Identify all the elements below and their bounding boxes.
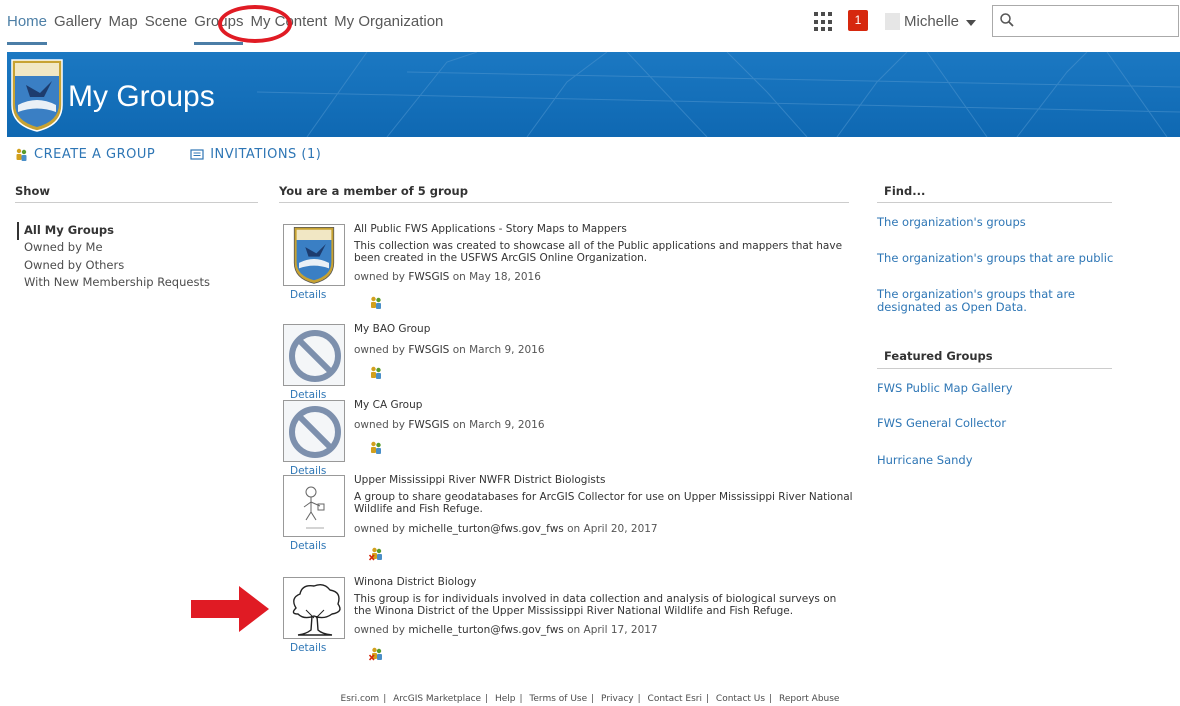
user-menu[interactable]: Michelle (904, 13, 959, 30)
featured-hurricane-sandy[interactable]: Hurricane Sandy (877, 454, 1117, 467)
footer-contact-us-link[interactable]: Contact Us (716, 694, 765, 704)
create-group-button[interactable]: CREATE A GROUP (15, 147, 155, 162)
invitations-label: INVITATIONS (1) (210, 147, 322, 162)
invitation-icon (190, 149, 204, 160)
footer-terms-link[interactable]: Terms of Use (529, 694, 587, 704)
group-members-remove-icon[interactable] (369, 647, 383, 661)
group-owner-line: owned by FWSGIS on March 9, 2016 (354, 344, 545, 356)
biologist-sketch-icon (284, 476, 344, 536)
group-owner: FWSGIS (408, 344, 450, 356)
group-members-icon[interactable] (369, 366, 383, 380)
featured-public-map-gallery[interactable]: FWS Public Map Gallery (877, 382, 1117, 395)
group-owner: FWSGIS (408, 271, 450, 283)
details-link[interactable]: Details (290, 642, 326, 654)
filter-all-my-groups[interactable]: All My Groups (24, 222, 114, 240)
footer-help-link[interactable]: Help (495, 694, 516, 704)
group-title[interactable]: My CA Group (354, 399, 422, 411)
nav-map[interactable]: Map (109, 13, 138, 30)
group-actions: CREATE A GROUP INVITATIONS (1) (15, 147, 321, 162)
group-thumbnail[interactable] (283, 475, 345, 537)
footer-marketplace-link[interactable]: ArcGIS Marketplace (393, 694, 481, 704)
filter-owned-by-others[interactable]: Owned by Others (24, 257, 210, 275)
footer-esri-link[interactable]: Esri.com (341, 694, 380, 704)
footer-report-abuse-link[interactable]: Report Abuse (779, 694, 840, 704)
search-input[interactable] (992, 5, 1179, 37)
featured-groups-header: Featured Groups (884, 349, 993, 363)
caret-down-icon[interactable] (966, 20, 976, 26)
nav-scene[interactable]: Scene (145, 13, 188, 30)
groups-divider (279, 202, 849, 203)
featured-divider (877, 368, 1112, 369)
details-link[interactable]: Details (290, 289, 326, 301)
group-owner-line: owned by michelle_turton@fws.gov_fws on … (354, 624, 658, 636)
find-divider (877, 202, 1112, 203)
avatar (885, 13, 900, 30)
group-members-icon[interactable] (369, 296, 383, 310)
group-owner: michelle_turton@fws.gov_fws (408, 523, 564, 535)
group-description: This group is for individuals involved i… (354, 593, 837, 617)
group-owner-line: owned by michelle_turton@fws.gov_fws on … (354, 523, 658, 535)
group-owner-line: owned by FWSGIS on March 9, 2016 (354, 419, 545, 431)
group-description: This collection was created to showcase … (354, 240, 843, 264)
group-item: Details All Public FWS Applications - St… (283, 223, 858, 309)
group-item: Details My BAO Group owned by FWSGIS on … (283, 323, 858, 401)
show-divider (15, 202, 258, 203)
tree-sketch-icon (284, 578, 344, 638)
app-launcher-icon[interactable] (814, 12, 834, 32)
top-navigation: Home Gallery Map Scene Groups My Content… (0, 0, 1180, 46)
group-thumbnail[interactable] (283, 324, 345, 386)
no-thumbnail-icon (284, 401, 344, 461)
footer-privacy-link[interactable]: Privacy (601, 694, 634, 704)
annotation-arrow (191, 586, 269, 632)
group-thumbnail[interactable] (283, 224, 345, 286)
group-item: Details Winona District Biology This gro… (283, 576, 858, 661)
group-title[interactable]: Winona District Biology (354, 576, 476, 588)
footer-contact-esri-link[interactable]: Contact Esri (648, 694, 702, 704)
org-groups-link[interactable]: The organization's groups (877, 216, 1117, 229)
group-item: Details My CA Group owned by FWSGIS on M… (283, 399, 858, 477)
nav-gallery[interactable]: Gallery (54, 13, 102, 30)
details-link[interactable]: Details (290, 540, 326, 552)
nav-my-organization[interactable]: My Organization (334, 13, 443, 30)
group-title[interactable]: Upper Mississippi River NWFR District Bi… (354, 474, 605, 486)
create-group-label: CREATE A GROUP (34, 147, 156, 162)
usfws-logo (293, 226, 335, 284)
show-filter-list: All My Groups (17, 222, 114, 240)
group-thumbnail[interactable] (283, 400, 345, 462)
no-thumbnail-icon (284, 325, 344, 385)
group-members-icon[interactable] (369, 441, 383, 455)
group-members-remove-icon[interactable] (369, 547, 383, 561)
annotation-circle (218, 5, 292, 43)
group-owner-line: owned by FWSGIS on May 18, 2016 (354, 271, 541, 283)
group-item: Details Upper Mississippi River NWFR Dis… (283, 474, 858, 565)
page-title: My Groups (68, 80, 215, 113)
search-icon (1000, 13, 1014, 27)
featured-general-collector[interactable]: FWS General Collector (877, 417, 1117, 430)
org-open-data-groups-link[interactable]: The organization's groups that are desig… (877, 288, 1117, 314)
usfws-logo (11, 59, 63, 132)
notification-badge[interactable]: 1 (848, 10, 868, 31)
group-title[interactable]: My BAO Group (354, 323, 430, 335)
group-owner: michelle_turton@fws.gov_fws (408, 624, 564, 636)
group-owner: FWSGIS (408, 419, 450, 431)
show-header: Show (15, 184, 50, 198)
nav-home[interactable]: Home (7, 13, 48, 45)
group-title[interactable]: All Public FWS Applications - Story Maps… (354, 223, 627, 235)
find-header: Find... (884, 184, 926, 198)
invitations-button[interactable]: INVITATIONS (1) (190, 147, 321, 162)
groups-header: You are a member of 5 group (279, 184, 468, 198)
page-banner: My Groups (7, 52, 1180, 137)
show-filter-other: Owned by Me Owned by Others With New Mem… (24, 239, 210, 292)
filter-owned-by-me[interactable]: Owned by Me (24, 239, 210, 257)
group-thumbnail[interactable] (283, 577, 345, 639)
footer: Esri.com | ArcGIS Marketplace | Help | Term… (340, 694, 840, 704)
group-add-icon (16, 148, 27, 161)
group-description: A group to share geodatabases for ArcGIS… (354, 491, 853, 515)
org-public-groups-link[interactable]: The organization's groups that are publi… (877, 252, 1117, 265)
filter-new-membership-requests[interactable]: With New Membership Requests (24, 274, 210, 292)
